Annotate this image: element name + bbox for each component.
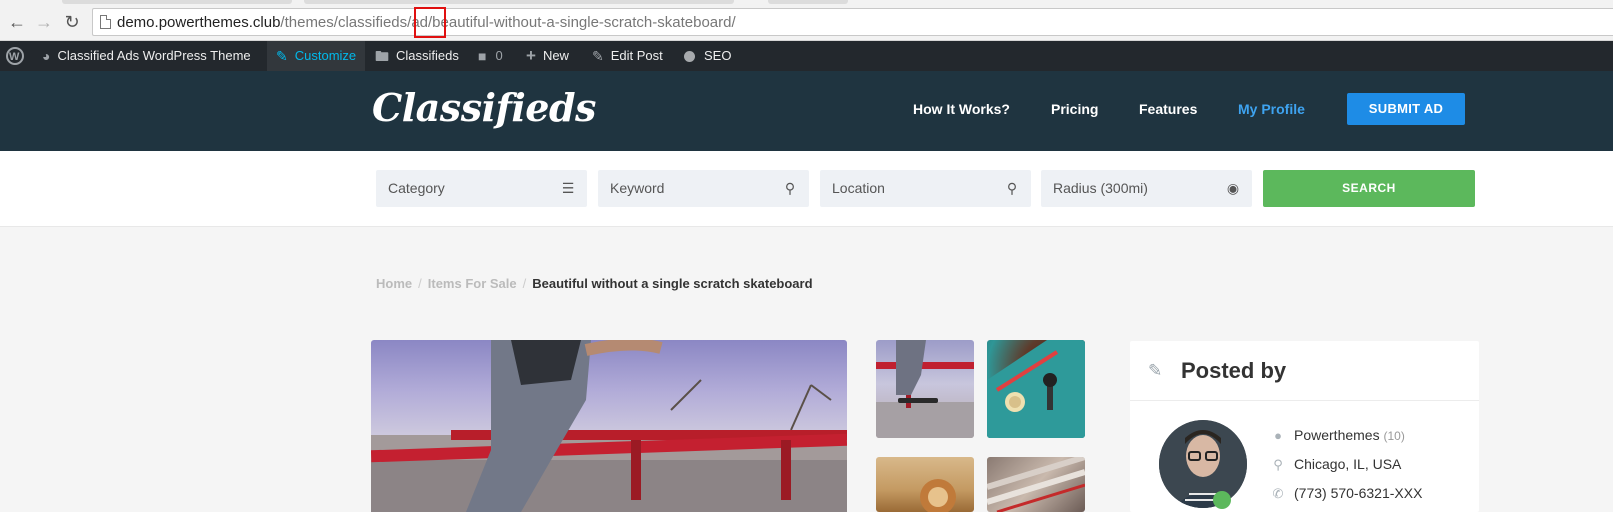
seller-phone-row: ✆ (773) 570-6321-XXX xyxy=(1271,485,1423,502)
avatar[interactable] xyxy=(1159,420,1247,508)
seller-location-row: ⚲ Chicago, IL, USA xyxy=(1271,456,1401,473)
adminbar-label: Customize xyxy=(294,48,357,63)
gallery-thumbnail[interactable] xyxy=(987,340,1085,438)
adminbar-customize[interactable]: ✎ Customize xyxy=(267,41,366,71)
comment-icon: ■ xyxy=(478,48,487,64)
forward-button[interactable]: → xyxy=(34,12,54,32)
seller-name[interactable]: Powerthemes xyxy=(1294,427,1380,443)
breadcrumb-separator: / xyxy=(418,276,422,291)
seller-ad-count: (10) xyxy=(1383,429,1405,443)
nav-pricing[interactable]: Pricing xyxy=(1051,101,1098,117)
adminbar-classifieds[interactable]: 🖿 Classifieds xyxy=(375,41,459,71)
posted-by-title: Posted by xyxy=(1181,358,1287,383)
nav-my-profile[interactable]: My Profile xyxy=(1238,101,1305,117)
adminbar-seo[interactable]: SEO xyxy=(684,41,731,71)
nav-features[interactable]: Features xyxy=(1139,101,1197,117)
url-path: /beautiful-without-a-single-scratch-skat… xyxy=(428,14,736,31)
adminbar-label: New xyxy=(542,48,569,63)
user-icon: ● xyxy=(1274,428,1282,443)
seo-status-icon xyxy=(684,50,695,62)
comments-count: 0 xyxy=(495,48,503,63)
seller-phone: (773) 570-6321-XXX xyxy=(1294,485,1423,501)
location-placeholder: Location xyxy=(832,180,885,196)
verified-badge xyxy=(1213,491,1231,509)
adminbar-label: Classified Ads WordPress Theme xyxy=(57,48,251,63)
search-icon: ⚲ xyxy=(784,180,796,196)
folder-icon: 🖿 xyxy=(375,48,389,64)
browser-tab[interactable] xyxy=(62,0,292,4)
category-label: Category xyxy=(388,180,445,196)
search-bar: Category ☰ Keyword ⚲ Location ⚲ Radius (… xyxy=(0,151,1613,227)
adminbar-label: SEO xyxy=(704,48,732,63)
breadcrumb: Home / Items For Sale / Beautiful without a … xyxy=(376,276,813,291)
plus-icon: + xyxy=(526,46,536,65)
thumbnail-image xyxy=(987,457,1085,512)
adminbar-comments[interactable]: ■ 0 xyxy=(478,41,503,71)
adminbar-site-name[interactable]: ◕ Classified Ads WordPress Theme xyxy=(42,41,251,71)
map-pin-icon: ⚲ xyxy=(1273,457,1283,472)
location-input[interactable]: Location ⚲ xyxy=(820,170,1031,207)
radius-select[interactable]: Radius (300mi) ◉ xyxy=(1041,170,1252,207)
browser-tab[interactable] xyxy=(768,0,848,4)
seller-name-row: ● Powerthemes (10) xyxy=(1271,427,1405,443)
target-icon: ◉ xyxy=(1226,180,1240,196)
thumbnail-image xyxy=(987,340,1085,438)
wp-admin-bar: ◕ Classified Ads WordPress Theme ✎ Customi… xyxy=(0,41,1613,72)
gallery-thumbnail[interactable] xyxy=(987,457,1085,512)
keyword-placeholder: Keyword xyxy=(610,180,665,196)
back-button[interactable]: ← xyxy=(7,12,27,32)
thumbnail-image xyxy=(920,479,956,512)
category-select[interactable]: Category ☰ xyxy=(376,170,587,207)
thumbnail-image xyxy=(876,340,974,438)
posted-by-panel: ✎ Posted by ● Powerthemes (10) ⚲ Chicago, … xyxy=(1130,341,1479,512)
adminbar-label: Edit Post xyxy=(610,48,663,63)
skateboard-photo xyxy=(371,340,847,512)
breadcrumb-section[interactable]: Items For Sale xyxy=(428,276,517,291)
search-button[interactable]: SEARCH xyxy=(1263,170,1475,207)
dashboard-icon: ◕ xyxy=(42,48,51,64)
phone-icon: ✆ xyxy=(1272,486,1284,501)
seller-location: Chicago, IL, USA xyxy=(1294,456,1402,472)
posted-by-header: ✎ Posted by xyxy=(1130,341,1479,401)
address-bar[interactable]: demo.powerthemes.club/themes/classifieds… xyxy=(92,8,1613,36)
pencil-icon: ✎ xyxy=(592,48,604,64)
gallery-thumbnail[interactable] xyxy=(876,340,974,438)
breadcrumb-separator: / xyxy=(522,276,527,291)
browser-toolbar: ← → ↻ demo.powerthemes.club/themes/class… xyxy=(0,0,1613,41)
gallery-thumbnail[interactable] xyxy=(876,457,974,512)
submit-ad-button[interactable]: SUBMIT AD xyxy=(1347,93,1465,125)
page-icon xyxy=(100,15,111,29)
brush-icon: ✎ xyxy=(276,48,288,64)
adminbar-new[interactable]: + New xyxy=(526,41,569,71)
radius-label: Radius (300mi) xyxy=(1053,180,1148,196)
breadcrumb-home[interactable]: Home xyxy=(376,276,412,291)
avatar-image xyxy=(1159,420,1247,508)
url-host: demo.powerthemes.club xyxy=(117,14,281,31)
keyword-input[interactable]: Keyword ⚲ xyxy=(598,170,809,207)
map-pin-icon: ⚲ xyxy=(1006,180,1018,196)
annotation-highlight-box xyxy=(414,7,446,38)
adminbar-edit-post[interactable]: ✎ Edit Post xyxy=(592,41,663,71)
wordpress-icon xyxy=(6,42,24,72)
site-logo[interactable]: Classifieds xyxy=(372,85,596,130)
url-path: /themes/classifieds/ xyxy=(280,14,412,31)
wordpress-logo-menu[interactable] xyxy=(6,41,24,72)
pencil-icon: ✎ xyxy=(1148,361,1163,380)
browser-tab[interactable] xyxy=(304,0,734,4)
site-header: Classifieds How It Works? Pricing Featur… xyxy=(0,71,1613,151)
breadcrumb-current: Beautiful without a single scratch skate… xyxy=(532,276,813,291)
adminbar-label: Classifieds xyxy=(396,48,459,63)
main-listing-photo[interactable] xyxy=(371,340,847,512)
menu-icon: ☰ xyxy=(561,180,575,196)
nav-how-it-works[interactable]: How It Works? xyxy=(913,101,1010,117)
reload-button[interactable]: ↻ xyxy=(62,12,82,32)
